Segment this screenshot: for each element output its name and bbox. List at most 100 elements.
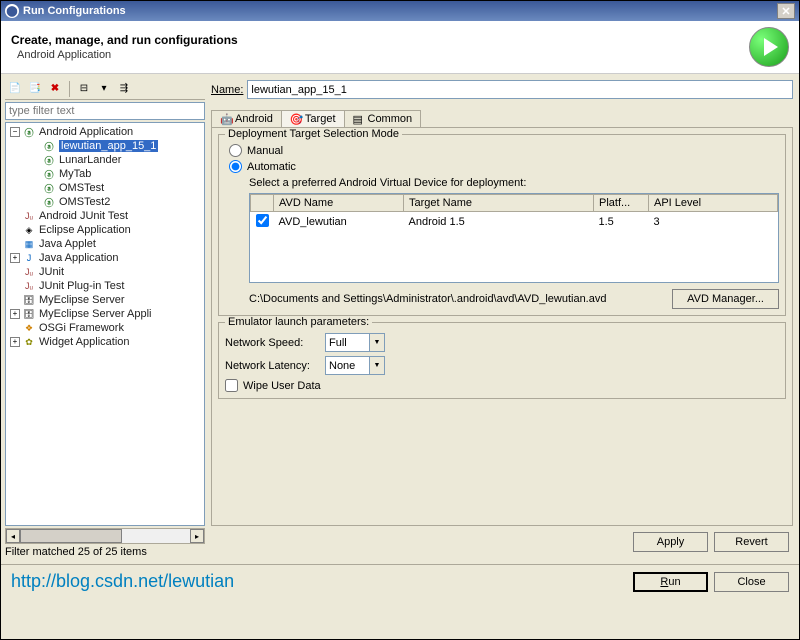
- android-icon: ⓐ: [22, 126, 36, 138]
- server-app-icon: 🗄: [22, 308, 36, 320]
- watermark-url: http://blog.csdn.net/lewutian: [11, 571, 234, 592]
- android-icon: ⓐ: [42, 140, 56, 152]
- dropdown-arrow-icon[interactable]: ▾: [96, 81, 112, 97]
- tab-common[interactable]: ▤Common: [344, 110, 422, 127]
- avd-path: C:\Documents and Settings\Administrator\…: [249, 292, 672, 306]
- config-toolbar: 📄 📑 ✖ ⊟ ▾ ⇶: [5, 78, 205, 100]
- wipe-data-row[interactable]: Wipe User Data: [225, 379, 779, 392]
- eclipse-icon: ⬤: [5, 4, 19, 18]
- col-target-name[interactable]: Target Name: [404, 195, 594, 212]
- junit-plugin-icon: Jᵤ: [22, 280, 36, 292]
- java-applet-icon: ▦: [22, 238, 36, 250]
- osgi-icon: ❖: [22, 322, 36, 334]
- col-avd-name[interactable]: AVD Name: [274, 195, 404, 212]
- network-speed-select[interactable]: Full ▼: [325, 333, 385, 352]
- network-speed-label: Network Speed:: [225, 337, 325, 349]
- tree-item-myeclipse-server[interactable]: 🗄 MyEclipse Server: [8, 293, 202, 307]
- tree-item-junit-plugin[interactable]: Jᵤ JUnit Plug-in Test: [8, 279, 202, 293]
- window-close-button[interactable]: ✕: [777, 3, 795, 19]
- tabs: 🤖Android 🎯Target ▤Common: [211, 105, 793, 127]
- config-tree[interactable]: − ⓐ Android Application ⓐ lewutian_app_1…: [5, 122, 205, 526]
- tree-item-lewutian[interactable]: ⓐ lewutian_app_15_1: [8, 139, 202, 153]
- tree-item-android-application[interactable]: − ⓐ Android Application: [8, 125, 202, 139]
- tree-item-lunarlander[interactable]: ⓐ LunarLander: [8, 153, 202, 167]
- filter-icon[interactable]: ⇶: [116, 81, 132, 97]
- tree-item-android-junit[interactable]: Jᵤ Android JUnit Test: [8, 209, 202, 223]
- radio-manual[interactable]: [229, 144, 242, 157]
- network-latency-label: Network Latency:: [225, 360, 325, 372]
- expand-icon[interactable]: +: [10, 309, 20, 319]
- tree-item-myeclipse-server-app[interactable]: + 🗄 MyEclipse Server Appli: [8, 307, 202, 321]
- right-panel: Name: 🤖Android 🎯Target ▤Common Deploymen…: [209, 78, 795, 560]
- revert-button[interactable]: Revert: [714, 532, 789, 552]
- java-icon: J: [22, 252, 36, 264]
- tree-item-omstest[interactable]: ⓐ OMSTest: [8, 181, 202, 195]
- horizontal-scrollbar[interactable]: ◂ ▸: [5, 528, 205, 544]
- network-latency-select[interactable]: None ▼: [325, 356, 385, 375]
- chevron-down-icon[interactable]: ▼: [369, 334, 384, 351]
- android-icon: ⓐ: [42, 182, 56, 194]
- radio-automatic-row[interactable]: Automatic: [225, 160, 779, 173]
- run-button[interactable]: Run: [633, 572, 708, 592]
- page-subtitle: Android Application: [17, 49, 238, 61]
- emulator-fieldset: Emulator launch parameters: Network Spee…: [218, 322, 786, 399]
- server-icon: 🗄: [22, 294, 36, 306]
- left-panel: 📄 📑 ✖ ⊟ ▾ ⇶ − ⓐ Android Application ⓐ le…: [5, 78, 205, 560]
- run-icon: [749, 27, 789, 67]
- target-tab-icon: 🎯: [290, 113, 302, 125]
- tree-item-java-app[interactable]: + J Java Application: [8, 251, 202, 265]
- name-input[interactable]: [247, 80, 793, 99]
- tree-item-junit[interactable]: Jᵤ JUnit: [8, 265, 202, 279]
- tab-target[interactable]: 🎯Target: [281, 110, 345, 127]
- scroll-right-icon[interactable]: ▸: [190, 529, 204, 543]
- expand-icon[interactable]: +: [10, 337, 20, 347]
- filter-input[interactable]: [5, 102, 205, 120]
- tree-item-java-applet[interactable]: ▦ Java Applet: [8, 237, 202, 251]
- delete-config-icon[interactable]: ✖: [47, 81, 63, 97]
- collapse-all-icon[interactable]: ⊟: [76, 81, 92, 97]
- header: Create, manage, and run configurations A…: [1, 21, 799, 74]
- avd-table[interactable]: AVD Name Target Name Platf... API Level …: [249, 193, 779, 283]
- avd-checkbox[interactable]: [256, 214, 269, 227]
- chevron-down-icon[interactable]: ▼: [369, 357, 384, 374]
- expand-icon[interactable]: +: [10, 253, 20, 263]
- radio-automatic[interactable]: [229, 160, 242, 173]
- scroll-left-icon[interactable]: ◂: [6, 529, 20, 543]
- radio-manual-row[interactable]: Manual: [225, 144, 779, 157]
- tab-android[interactable]: 🤖Android: [211, 110, 282, 127]
- toolbar-separator: [69, 81, 70, 97]
- window-title: Run Configurations: [23, 5, 126, 17]
- page-title: Create, manage, and run configurations: [11, 33, 238, 47]
- col-platform[interactable]: Platf...: [594, 195, 649, 212]
- android-icon: ⓐ: [42, 196, 56, 208]
- junit-icon: Jᵤ: [22, 210, 36, 222]
- table-row[interactable]: AVD_lewutian Android 1.5 1.5 3: [251, 212, 778, 233]
- col-api-level[interactable]: API Level: [649, 195, 778, 212]
- main-body: 📄 📑 ✖ ⊟ ▾ ⇶ − ⓐ Android Application ⓐ le…: [1, 74, 799, 564]
- footer: http://blog.csdn.net/lewutian Run Close: [1, 564, 799, 598]
- filter-status: Filter matched 25 of 25 items: [5, 544, 205, 560]
- tree-item-mytab[interactable]: ⓐ MyTab: [8, 167, 202, 181]
- collapse-icon[interactable]: −: [10, 127, 20, 137]
- tree-item-osgi[interactable]: ❖ OSGi Framework: [8, 321, 202, 335]
- close-button[interactable]: Close: [714, 572, 789, 592]
- apply-button[interactable]: Apply: [633, 532, 708, 552]
- eclipse-app-icon: ◈: [22, 224, 36, 236]
- col-check[interactable]: [251, 195, 274, 212]
- avd-manager-button[interactable]: AVD Manager...: [672, 289, 779, 309]
- junit-icon: Jᵤ: [22, 266, 36, 278]
- deployment-legend: Deployment Target Selection Mode: [225, 128, 402, 140]
- android-tab-icon: 🤖: [220, 113, 232, 125]
- android-icon: ⓐ: [42, 168, 56, 180]
- tree-item-widget[interactable]: + ✿ Widget Application: [8, 335, 202, 349]
- wipe-data-checkbox[interactable]: [225, 379, 238, 392]
- duplicate-config-icon[interactable]: 📑: [27, 81, 43, 97]
- name-label: Name:: [211, 84, 243, 96]
- tree-item-omstest2[interactable]: ⓐ OMSTest2: [8, 195, 202, 209]
- titlebar: ⬤ Run Configurations ✕: [1, 1, 799, 21]
- deployment-fieldset: Deployment Target Selection Mode Manual …: [218, 134, 786, 316]
- new-config-icon[interactable]: 📄: [7, 81, 23, 97]
- avd-select-label: Select a preferred Android Virtual Devic…: [249, 177, 779, 189]
- tree-item-eclipse-app[interactable]: ◈ Eclipse Application: [8, 223, 202, 237]
- scrollbar-thumb[interactable]: [20, 529, 122, 543]
